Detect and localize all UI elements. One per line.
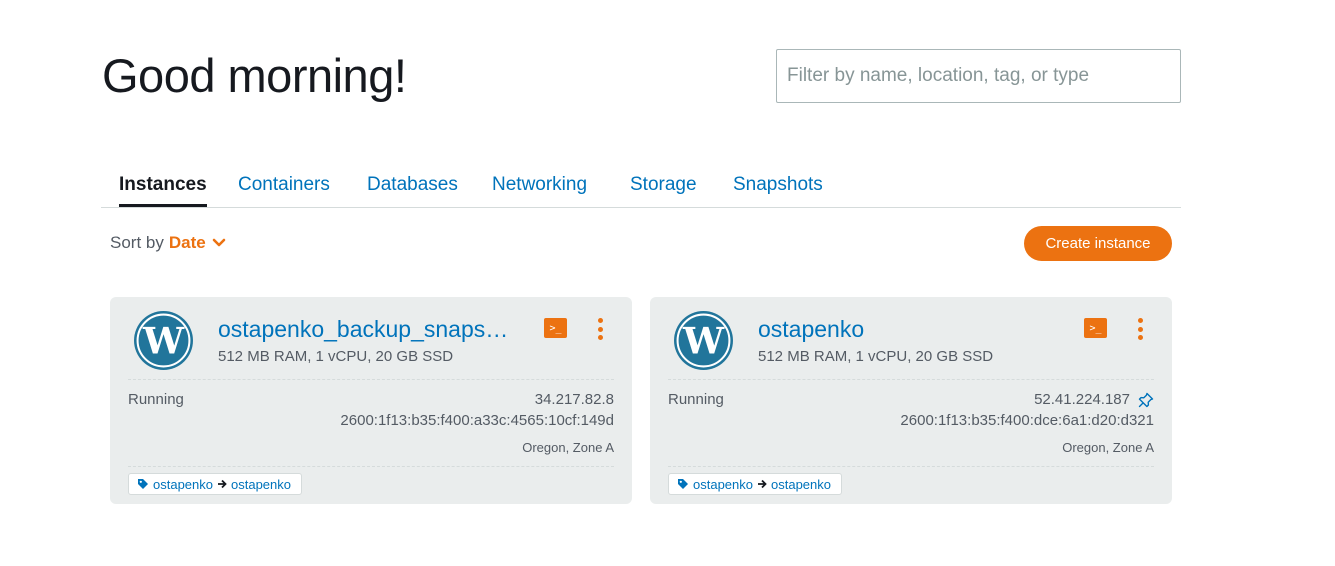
- kebab-menu-icon[interactable]: [1134, 318, 1146, 340]
- instance-name-link[interactable]: ostapenko: [758, 316, 864, 343]
- sort-value: Date: [168, 233, 206, 252]
- ipv6-address: 2600:1f13:b35:f400:dce:6a1:d20:d321: [900, 412, 1154, 429]
- arrow-right-icon: [217, 479, 227, 489]
- instance-card: W ostapenko_backup_snaps… 512 MB RAM, 1 …: [110, 297, 632, 504]
- create-instance-button[interactable]: Create instance: [1024, 226, 1172, 261]
- status-text: Running: [128, 391, 184, 408]
- tag-chip[interactable]: ostapenko ostapenko: [128, 473, 302, 495]
- ipv4-value: 34.217.82.8: [534, 391, 614, 408]
- tag-key: ostapenko: [153, 476, 213, 492]
- tag-value: ostapenko: [231, 476, 291, 492]
- instance-spec: 512 MB RAM, 1 vCPU, 20 GB SSD: [218, 348, 454, 365]
- status-text: Running: [668, 391, 724, 408]
- chevron-down-icon: [212, 238, 226, 248]
- divider: [128, 466, 614, 467]
- pin-icon[interactable]: [1138, 392, 1154, 408]
- tab-networking[interactable]: Networking: [492, 174, 587, 196]
- ipv4-address: 52.41.224.187: [1034, 391, 1154, 408]
- tab-snapshots[interactable]: Snapshots: [733, 174, 823, 196]
- sort-label: Sort by: [110, 233, 164, 252]
- tag-chip[interactable]: ostapenko ostapenko: [668, 473, 842, 495]
- kebab-menu-icon[interactable]: [594, 318, 606, 340]
- divider: [128, 379, 614, 380]
- wordpress-icon[interactable]: W: [133, 310, 194, 371]
- terminal-icon[interactable]: >_: [1084, 318, 1107, 338]
- arrow-right-icon: [757, 479, 767, 489]
- tag-icon: [137, 478, 149, 490]
- tag-key: ostapenko: [693, 476, 753, 492]
- instance-card: W ostapenko 512 MB RAM, 1 vCPU, 20 GB SS…: [650, 297, 1172, 504]
- zone-text: Oregon, Zone A: [1062, 440, 1154, 455]
- filter-input[interactable]: [777, 50, 1180, 102]
- instance-name-link[interactable]: ostapenko_backup_snaps…: [218, 316, 508, 343]
- page-title: Good morning!: [102, 49, 407, 102]
- tab-containers[interactable]: Containers: [238, 174, 330, 196]
- zone-text: Oregon, Zone A: [522, 440, 614, 455]
- tag-icon: [677, 478, 689, 490]
- ipv4-address: 34.217.82.8: [535, 391, 614, 408]
- sort-control: Sort by Date: [110, 233, 226, 253]
- svg-text:W: W: [142, 320, 185, 363]
- svg-text:W: W: [682, 320, 725, 363]
- instance-spec: 512 MB RAM, 1 vCPU, 20 GB SSD: [758, 348, 994, 365]
- divider: [668, 466, 1154, 467]
- filter-field[interactable]: [776, 49, 1181, 103]
- tab-storage[interactable]: Storage: [630, 174, 697, 196]
- sort-dropdown[interactable]: Date: [169, 233, 226, 253]
- terminal-icon[interactable]: >_: [544, 318, 567, 338]
- tab-databases[interactable]: Databases: [367, 174, 458, 196]
- tab-instances[interactable]: Instances: [119, 174, 207, 207]
- tab-bar: Instances Containers Databases Networkin…: [101, 170, 1181, 208]
- wordpress-icon[interactable]: W: [673, 310, 734, 371]
- tag-value: ostapenko: [771, 476, 831, 492]
- divider: [668, 379, 1154, 380]
- ipv4-value: 52.41.224.187: [1034, 391, 1130, 408]
- ipv6-address: 2600:1f13:b35:f400:a33c:4565:10cf:149d: [340, 412, 614, 429]
